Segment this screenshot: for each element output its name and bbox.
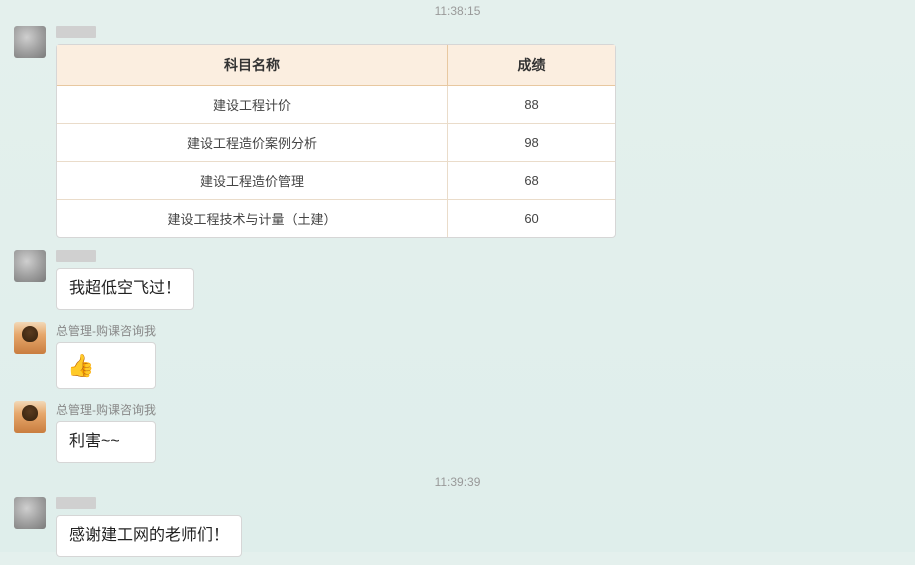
cell-subject: 建设工程造价案例分析 (57, 124, 448, 162)
score-table: 科目名称 成绩 建设工程计价 88 建设工程造价案例分析 98 建设工程造价管理 (57, 45, 615, 237)
avatar[interactable] (14, 401, 46, 433)
cell-subject: 建设工程造价管理 (57, 162, 448, 200)
message-bubble-emoji[interactable]: 👍 (56, 342, 156, 389)
cell-score: 68 (448, 162, 615, 200)
cell-subject: 建设工程技术与计量（土建） (57, 200, 448, 238)
table-row: 建设工程造价案例分析 98 (57, 124, 615, 162)
table-header-score: 成绩 (448, 45, 615, 86)
avatar[interactable] (14, 322, 46, 354)
message-row: 科目名称 成绩 建设工程计价 88 建设工程造价案例分析 98 建设工程造价管理 (0, 22, 915, 246)
avatar[interactable] (14, 497, 46, 529)
sender-name: 总管理-购课咨询我 (56, 401, 156, 418)
cell-score: 60 (448, 200, 615, 238)
message-row: 感谢建工网的老师们！ (0, 493, 915, 565)
sender-name (56, 497, 242, 512)
avatar[interactable] (14, 26, 46, 58)
avatar[interactable] (14, 250, 46, 282)
sender-name (56, 26, 616, 41)
timestamp: 11:38:15 (0, 0, 915, 22)
sender-name (56, 250, 194, 265)
table-header-subject: 科目名称 (57, 45, 448, 86)
message-row: 总管理-购课咨询我 👍 (0, 318, 915, 397)
score-table-bubble: 科目名称 成绩 建设工程计价 88 建设工程造价案例分析 98 建设工程造价管理 (56, 44, 616, 238)
sender-name: 总管理-购课咨询我 (56, 322, 156, 339)
message-bubble[interactable]: 感谢建工网的老师们！ (56, 515, 242, 557)
table-row: 建设工程技术与计量（土建） 60 (57, 200, 615, 238)
message-row: 总管理-购课咨询我 利害~~ (0, 397, 915, 471)
table-row: 建设工程造价管理 68 (57, 162, 615, 200)
timestamp: 11:39:39 (0, 471, 915, 493)
cell-subject: 建设工程计价 (57, 86, 448, 124)
message-row: 我超低空飞过！ (0, 246, 915, 318)
cell-score: 98 (448, 124, 615, 162)
table-row: 建设工程计价 88 (57, 86, 615, 124)
cell-score: 88 (448, 86, 615, 124)
message-bubble[interactable]: 我超低空飞过！ (56, 268, 194, 310)
message-bubble[interactable]: 利害~~ (56, 421, 156, 463)
